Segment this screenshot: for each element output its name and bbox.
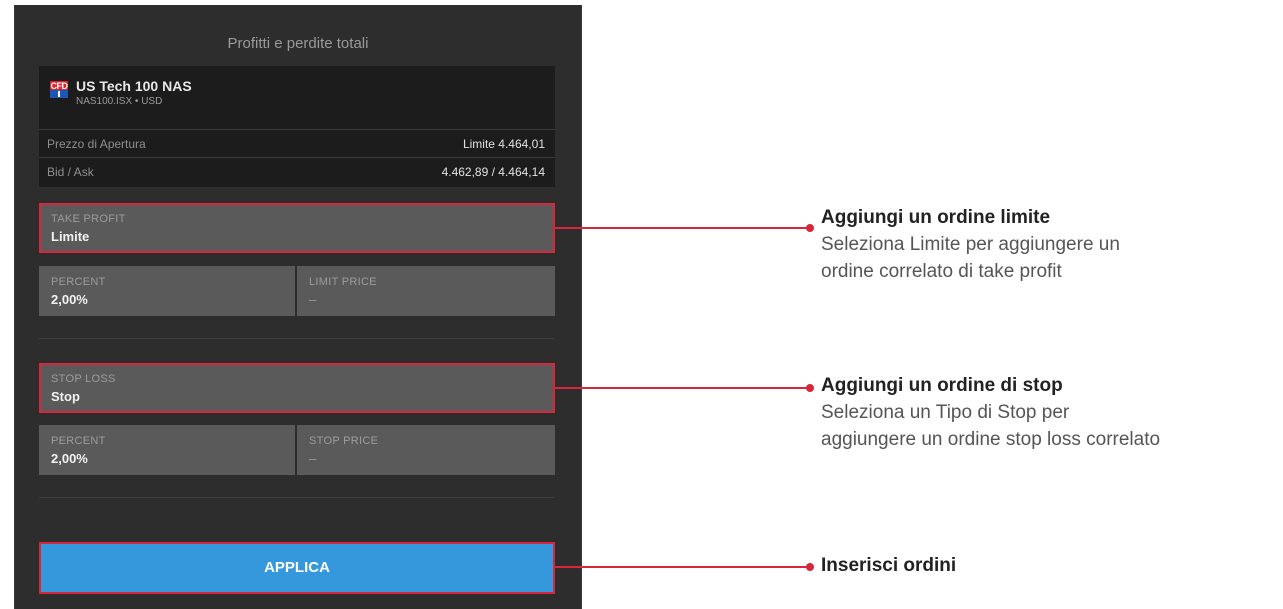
open-price-value: Limite 4.464,01	[462, 137, 545, 151]
bid-ask-label: Bid / Ask	[47, 165, 94, 179]
bid-ask-value: 4.462,89 / 4.464,14	[441, 165, 545, 179]
connector-line	[554, 566, 810, 568]
stop-price-field[interactable]: STOP PRICE –	[297, 425, 555, 475]
annotation-text: Seleziona Limite per aggiungere un	[821, 234, 1120, 255]
limit-price-field[interactable]: LIMIT PRICE –	[297, 266, 555, 316]
apply-button[interactable]: APPLICA	[39, 542, 555, 594]
panel-title: Profitti e perdite totali	[227, 35, 369, 52]
instrument-info: CFD US Tech 100 NAS NAS100.ISX • USD Pre…	[39, 66, 555, 187]
order-panel: Profitti e perdite totali CFD US Tech 10…	[14, 5, 582, 609]
instrument-symbol: NAS100.ISX • USD	[76, 96, 163, 107]
stop-loss-value: Stop	[51, 389, 80, 404]
connector-dot	[806, 563, 814, 571]
stop-loss-label: STOP LOSS	[51, 373, 116, 385]
limit-price-label: LIMIT PRICE	[309, 276, 377, 288]
take-profit-value: Limite	[51, 229, 90, 244]
connector-line	[554, 387, 810, 389]
cfd-icon: CFD	[50, 81, 68, 98]
open-price-label: Prezzo di Apertura	[47, 137, 146, 151]
annotation-title: Aggiungi un ordine limite	[821, 207, 1051, 228]
stop-loss-percent-field[interactable]: PERCENT 2,00%	[39, 425, 295, 475]
annotation-text: aggiungere un ordine stop loss correlato	[821, 429, 1161, 450]
annotation-title: Inserisci ordini	[821, 555, 957, 576]
annotation-text: ordine correlato di take profit	[821, 261, 1062, 282]
limit-price-value: –	[309, 292, 317, 307]
take-profit-label: TAKE PROFIT	[51, 213, 126, 225]
divider	[39, 338, 555, 339]
annotation-limit-order: Aggiungi un ordine limite Seleziona Limi…	[821, 204, 1120, 285]
stop-loss-percent-label: PERCENT	[51, 435, 106, 447]
annotation-text: Seleziona un Tipo di Stop per	[821, 402, 1070, 423]
connector-dot	[806, 384, 814, 392]
open-price-row: Prezzo di Apertura Limite 4.464,01	[39, 129, 555, 157]
take-profit-select[interactable]: TAKE PROFIT Limite	[39, 203, 555, 253]
take-profit-percent-label: PERCENT	[51, 276, 106, 288]
annotation-place-orders: Inserisci ordini	[821, 552, 956, 579]
take-profit-percent-value: 2,00%	[51, 292, 88, 307]
divider	[39, 497, 555, 498]
annotation-title: Aggiungi un ordine di stop	[821, 375, 1063, 396]
connector-line	[554, 227, 810, 229]
bid-ask-row: Bid / Ask 4.462,89 / 4.464,14	[39, 157, 555, 185]
stop-price-label: STOP PRICE	[309, 435, 379, 447]
instrument-name: US Tech 100 NAS	[76, 78, 192, 94]
take-profit-percent-field[interactable]: PERCENT 2,00%	[39, 266, 295, 316]
stop-price-value: –	[309, 451, 317, 466]
stop-loss-percent-value: 2,00%	[51, 451, 88, 466]
stop-loss-select[interactable]: STOP LOSS Stop	[39, 363, 555, 413]
annotation-stop-order: Aggiungi un ordine di stop Seleziona un …	[821, 372, 1160, 453]
connector-dot	[806, 224, 814, 232]
